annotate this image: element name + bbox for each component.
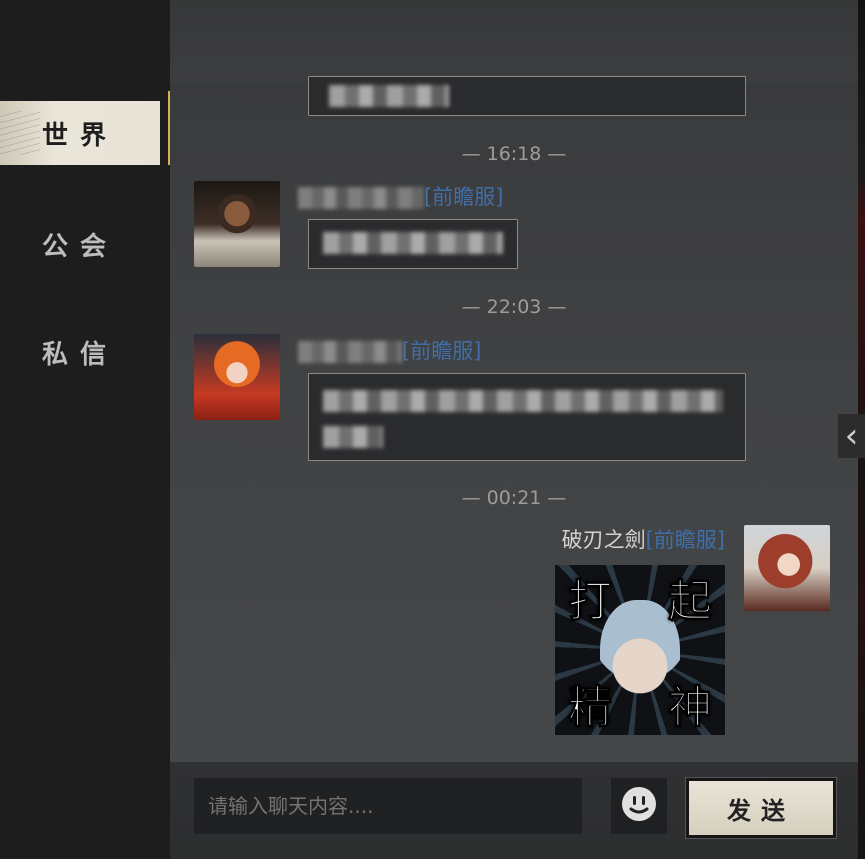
message-bubble <box>308 373 746 461</box>
sender-name-text: 破刃之劍 <box>561 528 646 552</box>
server-tag: [前瞻服] <box>424 185 504 209</box>
sticker-char: 精 <box>568 682 613 734</box>
blurred-message-text <box>323 426 383 448</box>
chevron-left-icon: ‹ <box>844 416 859 456</box>
tab-world[interactable]: 世界 <box>0 101 160 165</box>
avatar[interactable] <box>744 525 830 611</box>
blurred-message-text <box>323 390 723 412</box>
blurred-message-text <box>329 85 449 107</box>
blurred-message-text <box>323 232 503 254</box>
blurred-sender-name <box>298 187 424 209</box>
blurred-sender-name <box>298 341 402 363</box>
server-tag: [前瞻服] <box>402 339 482 363</box>
message-bubble <box>308 219 518 269</box>
server-tag: [前瞻服] <box>645 528 725 552</box>
sticker-char: 起 <box>668 576 713 628</box>
channel-sidebar: 世界 公会 私信 <box>0 0 170 859</box>
sender-name: [前瞻服] <box>298 181 503 211</box>
tab-world-label: 世界 <box>41 120 118 151</box>
sticker-char: 打 <box>568 576 613 628</box>
tab-guild[interactable]: 公会 <box>0 212 160 276</box>
tab-private-message-label: 私信 <box>41 339 118 370</box>
chat-input[interactable] <box>194 778 582 834</box>
message-bubble-previous <box>308 76 746 116</box>
tab-guild-label: 公会 <box>41 231 118 262</box>
collapse-panel-button[interactable]: ‹ <box>838 414 865 458</box>
sender-name: 破刃之劍[前瞻服] <box>562 524 725 554</box>
chat-panel[interactable]: 16:18 [前瞻服] 22:03 [前瞻服] 00:21 破刃之劍[前瞻服] … <box>170 0 858 859</box>
smiley-face-icon <box>620 785 658 827</box>
sticker-image[interactable]: 打 起 精 神 <box>555 565 725 735</box>
avatar[interactable] <box>194 334 280 420</box>
send-button-label: 发送 <box>727 796 795 825</box>
timestamp-2: 22:03 <box>170 296 858 318</box>
emoji-button[interactable] <box>611 778 667 834</box>
chat-scroll-top-shade <box>170 0 858 82</box>
avatar[interactable] <box>194 181 280 267</box>
timestamp-3: 00:21 <box>170 487 858 509</box>
sticker-char: 神 <box>668 682 713 734</box>
chat-input-bar: 发送 <box>170 762 858 859</box>
send-button[interactable]: 发送 <box>686 778 836 838</box>
timestamp-1: 16:18 <box>170 143 858 165</box>
sender-name: [前瞻服] <box>298 335 481 365</box>
tab-private-message[interactable]: 私信 <box>0 320 160 384</box>
